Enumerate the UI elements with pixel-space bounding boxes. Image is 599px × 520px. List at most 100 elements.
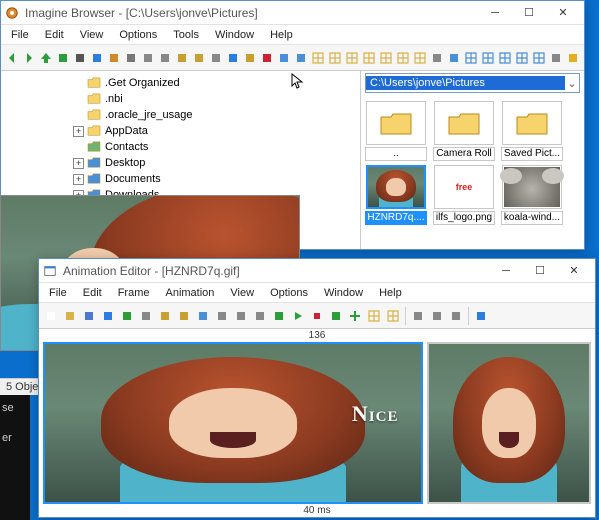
- thumbnail-item[interactable]: ..: [365, 101, 427, 161]
- frame-next[interactable]: [427, 342, 591, 504]
- toolbar-paste-button[interactable]: [175, 307, 193, 325]
- toolbar-copy-button[interactable]: [174, 49, 190, 67]
- toolbar-layout6-button[interactable]: [395, 49, 411, 67]
- editor-maximize-button[interactable]: ☐: [523, 260, 557, 282]
- toolbar-list-button[interactable]: [140, 49, 156, 67]
- menu-help[interactable]: Help: [371, 287, 410, 299]
- menu-animation[interactable]: Animation: [157, 287, 222, 299]
- toolbar-cut-button[interactable]: [137, 307, 155, 325]
- frame-strip[interactable]: Nice: [39, 342, 595, 504]
- toolbar-stack-button[interactable]: [293, 49, 309, 67]
- toolbar-fx-button[interactable]: [428, 307, 446, 325]
- tree-item[interactable]: +AppData: [3, 123, 358, 139]
- toolbar-stop-button[interactable]: [308, 307, 326, 325]
- toolbar-nav-up-button[interactable]: [38, 49, 54, 67]
- menu-view[interactable]: View: [72, 29, 112, 41]
- toolbar-nav-back-button[interactable]: [4, 49, 20, 67]
- toolbar-layout3-button[interactable]: [344, 49, 360, 67]
- toolbar-layout1-button[interactable]: [310, 49, 326, 67]
- toolbar-new-button[interactable]: [42, 307, 60, 325]
- editor-minimize-button[interactable]: ─: [489, 260, 523, 282]
- toolbar-burst-button[interactable]: [446, 49, 462, 67]
- menu-file[interactable]: File: [41, 287, 75, 299]
- toolbar-view-button[interactable]: [157, 49, 173, 67]
- toolbar-refresh2-button[interactable]: [429, 49, 445, 67]
- tree-item[interactable]: +Documents: [3, 171, 358, 187]
- toolbar-grid5-button[interactable]: [531, 49, 547, 67]
- menu-edit[interactable]: Edit: [37, 29, 72, 41]
- toolbar-grid4-button[interactable]: [514, 49, 530, 67]
- tree-expand-toggle[interactable]: +: [73, 158, 84, 169]
- toolbar-layout2-button[interactable]: [384, 307, 402, 325]
- thumbnail-item[interactable]: koala-wind...: [501, 165, 563, 225]
- thumbnail-pane[interactable]: ..Camera RollSaved Pict...HZNRD7q....fre…: [361, 95, 584, 249]
- toolbar-layout5-button[interactable]: [378, 49, 394, 67]
- toolbar-nav-fwd-button[interactable]: [21, 49, 37, 67]
- toolbar-cherry-button[interactable]: [259, 49, 275, 67]
- path-bar[interactable]: C:\Users\jonve\Pictures ⌄: [365, 73, 580, 93]
- menu-view[interactable]: View: [222, 287, 262, 299]
- maximize-button[interactable]: ☐: [512, 2, 546, 24]
- toolbar-add-button[interactable]: [346, 307, 364, 325]
- toolbar-play-start-button[interactable]: [270, 307, 288, 325]
- toolbar-layout7-button[interactable]: [412, 49, 428, 67]
- toolbar-layout2-button[interactable]: [327, 49, 343, 67]
- menu-tools[interactable]: Tools: [165, 29, 207, 41]
- toolbar-layout4-button[interactable]: [361, 49, 377, 67]
- menu-help[interactable]: Help: [262, 29, 301, 41]
- tree-item[interactable]: .nbi: [3, 91, 358, 107]
- toolbar-layout1-button[interactable]: [365, 307, 383, 325]
- toolbar-undo-button[interactable]: [225, 49, 241, 67]
- toolbar-star-button[interactable]: [565, 49, 581, 67]
- menu-edit[interactable]: Edit: [75, 287, 110, 299]
- toolbar-help-button[interactable]: [472, 307, 490, 325]
- toolbar-help-button[interactable]: [89, 49, 105, 67]
- toolbar-fx3-button[interactable]: [251, 307, 269, 325]
- toolbar-grid3-button[interactable]: [497, 49, 513, 67]
- toolbar-clipboard-button[interactable]: [242, 49, 258, 67]
- tree-item[interactable]: +Desktop: [3, 155, 358, 171]
- tree-expand-toggle[interactable]: +: [73, 174, 84, 185]
- toolbar-wrench-button[interactable]: [548, 49, 564, 67]
- toolbar-undo-button[interactable]: [99, 307, 117, 325]
- toolbar-save-button[interactable]: [80, 307, 98, 325]
- thumbnail-item[interactable]: Saved Pict...: [501, 101, 563, 161]
- toolbar-grid1-button[interactable]: [463, 49, 479, 67]
- toolbar-docs-button[interactable]: [276, 49, 292, 67]
- toolbar-redo-button[interactable]: [118, 307, 136, 325]
- editor-titlebar[interactable]: Animation Editor - [HZNRD7q.gif] ─ ☐ ✕: [39, 259, 595, 283]
- thumbnail-item[interactable]: Camera Roll: [433, 101, 495, 161]
- menu-window[interactable]: Window: [316, 287, 371, 299]
- toolbar-fx2-button[interactable]: [232, 307, 250, 325]
- toolbar-settings-button[interactable]: [123, 49, 139, 67]
- menu-options[interactable]: Options: [111, 29, 165, 41]
- tree-item[interactable]: Contacts: [3, 139, 358, 155]
- close-button[interactable]: ✕: [546, 2, 580, 24]
- tree-item[interactable]: .oracle_jre_usage: [3, 107, 358, 123]
- thumbnail-item[interactable]: freeilfs_logo.png: [433, 165, 495, 225]
- browser-titlebar[interactable]: Imagine Browser - [C:\Users\jonve\Pictur…: [1, 1, 584, 25]
- toolbar-copy-button[interactable]: [156, 307, 174, 325]
- toolbar-paste-button[interactable]: [191, 49, 207, 67]
- minimize-button[interactable]: ─: [478, 2, 512, 24]
- toolbar-open-button[interactable]: [61, 307, 79, 325]
- toolbar-play-end-button[interactable]: [327, 307, 345, 325]
- menu-options[interactable]: Options: [262, 287, 316, 299]
- toolbar-frames-button[interactable]: [194, 307, 212, 325]
- toolbar-fx1-button[interactable]: [213, 307, 231, 325]
- toolbar-wrench-button[interactable]: [447, 307, 465, 325]
- toolbar-app-button[interactable]: [106, 49, 122, 67]
- toolbar-play-button[interactable]: [289, 307, 307, 325]
- menu-frame[interactable]: Frame: [110, 287, 158, 299]
- toolbar-grid2-button[interactable]: [480, 49, 496, 67]
- editor-close-button[interactable]: ✕: [557, 260, 591, 282]
- toolbar-wand-button[interactable]: [409, 307, 427, 325]
- menu-file[interactable]: File: [3, 29, 37, 41]
- menu-window[interactable]: Window: [207, 29, 262, 41]
- toolbar-print-button[interactable]: [72, 49, 88, 67]
- toolbar-refresh-button[interactable]: [55, 49, 71, 67]
- tree-expand-toggle[interactable]: +: [73, 126, 84, 137]
- frame-selected[interactable]: Nice: [43, 342, 423, 504]
- path-dropdown-icon[interactable]: ⌄: [565, 77, 579, 90]
- toolbar-cut-button[interactable]: [208, 49, 224, 67]
